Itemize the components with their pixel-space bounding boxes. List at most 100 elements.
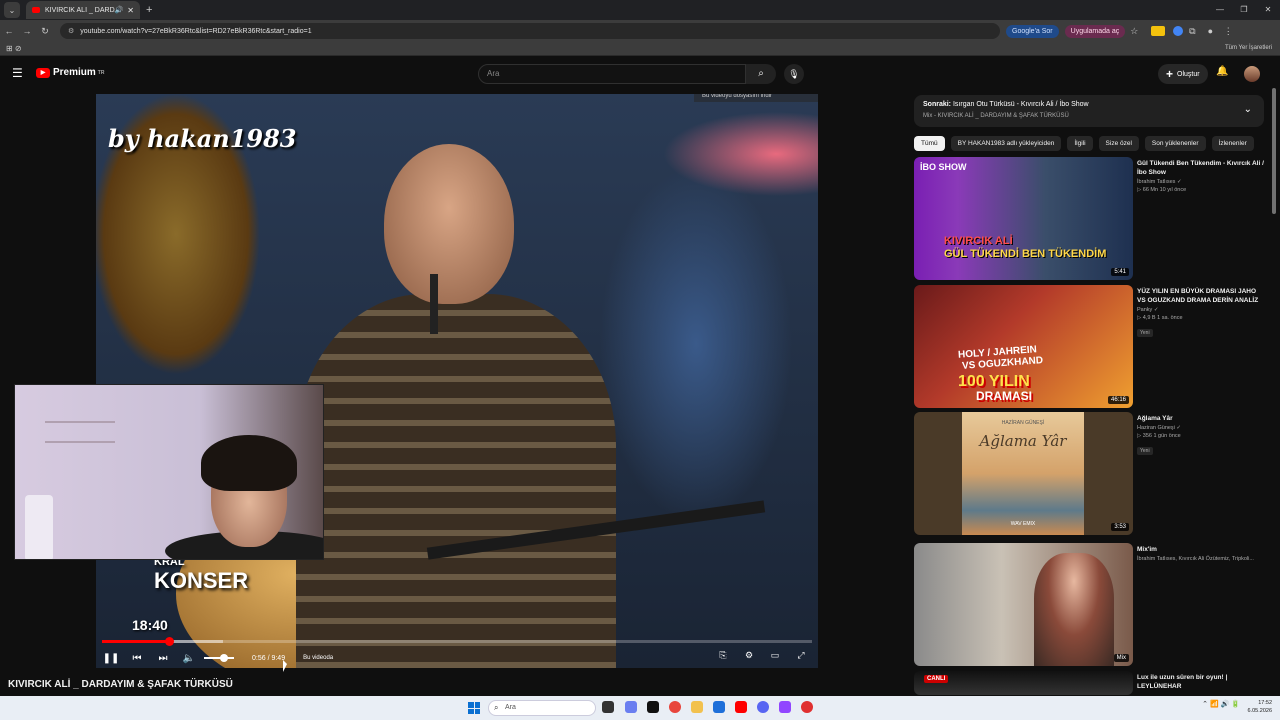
video-thumbnail[interactable]: CANLI bbox=[914, 671, 1133, 695]
chip-related[interactable]: İlgili bbox=[1067, 136, 1093, 151]
chip-watched[interactable]: İzlenenler bbox=[1211, 136, 1254, 151]
file-explorer-icon[interactable] bbox=[691, 701, 703, 713]
video-title[interactable]: YÜZ YILIN EN BÜYÜK DRAMASI JAHO VS OGUZK… bbox=[1137, 287, 1265, 305]
video-title[interactable]: Mix'im bbox=[1137, 545, 1265, 554]
taskbar-search[interactable]: ⌕ Ara bbox=[488, 700, 596, 716]
all-bookmarks-link[interactable]: Tüm Yer İşaretleri bbox=[1225, 45, 1272, 51]
outlook-icon[interactable] bbox=[713, 701, 725, 713]
recommendation-card[interactable]: CANLI Lux ile uzun süren bir oyun! | LEY… bbox=[914, 671, 1274, 695]
chapter-button[interactable]: Bu videoda bbox=[303, 655, 333, 661]
back-icon[interactable]: ← bbox=[0, 26, 18, 36]
open-in-app-pill[interactable]: Uygulamada aç bbox=[1064, 24, 1126, 38]
thumb-script-title: Ağlama Yâr bbox=[979, 432, 1067, 450]
extension-icon[interactable] bbox=[1173, 26, 1184, 36]
time-display: 0:56 / 9:49 bbox=[252, 654, 286, 662]
up-next-prefix: Sonraki: bbox=[923, 101, 952, 108]
pause-icon[interactable]: ❚❚ bbox=[100, 653, 122, 664]
video-meta: YÜZ YILIN EN BÜYÜK DRAMASI JAHO VS OGUZK… bbox=[1137, 287, 1265, 339]
video-meta: Gül Tükendi Ben Tükendim - Kıvırcık Ali … bbox=[1137, 159, 1265, 193]
video-title[interactable]: Ağlama Yâr bbox=[1137, 414, 1265, 423]
profile-icon[interactable]: ● bbox=[1201, 26, 1219, 36]
video-title[interactable]: Lux ile uzun süren bir oyun! | LEYLÜNEHA… bbox=[1137, 673, 1265, 691]
video-thumbnail[interactable]: İBO SHOW KIVIRCIK ALİ GÜL TÜKENDİ BEN TÜ… bbox=[914, 157, 1133, 280]
download-overlay[interactable]: Bu videoyu dosyasını indir bbox=[694, 94, 818, 102]
video-thumbnail[interactable]: HAZİRAN GÜNEŞİ Ağlama Yâr WAV EMIX 3:53 bbox=[914, 412, 1133, 535]
windows-start-icon[interactable] bbox=[468, 702, 480, 714]
system-tray[interactable]: ⌃ 📶 🔊 🔋 bbox=[1202, 700, 1240, 708]
extension-icon[interactable] bbox=[1151, 26, 1166, 36]
tab-search-button[interactable]: ⌄ bbox=[4, 2, 20, 18]
chip-all[interactable]: Tümü bbox=[914, 136, 945, 151]
reload-icon[interactable]: ↻ bbox=[36, 26, 54, 37]
playlist-panel[interactable]: Sonraki: Isırgan Otu Türküsü - Kıvırcık … bbox=[914, 95, 1264, 127]
app-icon[interactable] bbox=[779, 701, 791, 713]
extensions-puzzle-icon[interactable]: ⧉ bbox=[1183, 26, 1201, 37]
window-controls: — ❐ ✕ bbox=[1208, 0, 1280, 20]
site-info-icon[interactable]: ⚙ bbox=[68, 27, 74, 35]
app-icon[interactable] bbox=[801, 701, 813, 713]
volume-slider[interactable] bbox=[204, 654, 234, 662]
url-text: youtube.com/watch?v=27eBkR36Rtc&list=RD2… bbox=[80, 27, 312, 35]
close-window-icon[interactable]: ✕ bbox=[1256, 0, 1280, 20]
miniplayer-icon[interactable]: ▭ bbox=[764, 650, 786, 661]
channel-name[interactable]: Panky ✓ bbox=[1137, 307, 1265, 313]
avatar[interactable] bbox=[1244, 66, 1260, 82]
google-ask-pill[interactable]: Google'a Sor bbox=[1006, 24, 1059, 38]
progress-bar[interactable] bbox=[102, 637, 812, 646]
previous-icon[interactable]: ⏮ bbox=[126, 653, 148, 664]
forward-icon[interactable]: → bbox=[18, 26, 36, 36]
taskbar-clock[interactable]: 17:52 6.05.2026 bbox=[1248, 699, 1272, 715]
page-scrollbar[interactable] bbox=[1272, 88, 1276, 214]
video-thumbnail[interactable]: HOLY / JAHREIN VS OGUZKHAND 100 YILIN DR… bbox=[914, 285, 1133, 408]
settings-gear-icon[interactable]: ⚙ bbox=[738, 650, 760, 661]
next-icon[interactable]: ⏭ bbox=[152, 653, 174, 664]
browser-menu-icon[interactable]: ⋮ bbox=[1219, 26, 1237, 37]
chrome-icon[interactable] bbox=[669, 701, 681, 713]
channel-name[interactable]: İbrahim Tatlıses ✓ bbox=[1137, 179, 1265, 185]
video-player[interactable]: by hakan1983 KRAL KONSER 18:40 Bu videoy… bbox=[96, 94, 818, 668]
video-title[interactable]: Gül Tükendi Ben Tükendim - Kıvırcık Ali … bbox=[1137, 159, 1265, 177]
video-clock-overlay: 18:40 bbox=[132, 617, 168, 633]
fullscreen-icon[interactable]: ⤢ bbox=[790, 650, 812, 661]
voice-search-button[interactable]: 🎙 bbox=[784, 64, 804, 84]
duration-badge: 3:53 bbox=[1111, 523, 1129, 531]
terminal-icon[interactable] bbox=[647, 701, 659, 713]
widgets-icon[interactable] bbox=[625, 701, 637, 713]
search-input[interactable]: Ara bbox=[478, 64, 746, 84]
youtube-app-icon[interactable] bbox=[735, 701, 747, 713]
recommendation-card[interactable]: Mix Mix'im İbrahim Tatlıses, Kıvırcık Al… bbox=[914, 543, 1274, 667]
chip-for-you[interactable]: Size özel bbox=[1098, 136, 1139, 151]
browser-tab[interactable]: KIVIRCIK ALİ _ DARDAYIM & 🔊 ✕ bbox=[26, 1, 140, 19]
task-view-icon[interactable] bbox=[602, 701, 614, 713]
country-code: TR bbox=[97, 69, 105, 76]
recommendation-card[interactable]: HAZİRAN GÜNEŞİ Ağlama Yâr WAV EMIX 3:53 … bbox=[914, 412, 1274, 536]
youtube-logo[interactable]: ▶ Premium TR bbox=[36, 67, 104, 78]
create-button[interactable]: + Oluştur bbox=[1158, 64, 1208, 84]
audio-icon[interactable]: 🔊 bbox=[115, 6, 124, 14]
volume-icon[interactable]: 🔈 bbox=[178, 653, 200, 664]
channel-name[interactable]: İbrahim Tatlıses, Kıvırcık Ali Özütemiz,… bbox=[1137, 556, 1265, 562]
menu-icon[interactable]: ☰ bbox=[12, 66, 23, 80]
minimize-icon[interactable]: — bbox=[1208, 0, 1232, 20]
search-button[interactable]: ⌕ bbox=[746, 64, 776, 84]
close-tab-icon[interactable]: ✕ bbox=[127, 6, 134, 15]
duration-badge: 5:41 bbox=[1111, 268, 1129, 276]
url-field[interactable]: ⚙ youtube.com/watch?v=27eBkR36Rtc&list=R… bbox=[60, 23, 1000, 39]
notifications-bell-icon[interactable]: 🔔 bbox=[1216, 66, 1228, 77]
chip-uploader[interactable]: BY HAKAN1983 adlı yükleyiciden bbox=[950, 136, 1062, 151]
channel-name[interactable]: Haziran Güneşi ✓ bbox=[1137, 425, 1265, 431]
chevron-down-icon[interactable]: ⌄ bbox=[1244, 104, 1252, 115]
chip-recent[interactable]: Son yüklenenler bbox=[1144, 136, 1206, 151]
maximize-icon[interactable]: ❐ bbox=[1232, 0, 1256, 20]
video-stats: ▷ 4,9 B 1 sa. önce bbox=[1137, 315, 1183, 321]
recommendation-card[interactable]: İBO SHOW KIVIRCIK ALİ GÜL TÜKENDİ BEN TÜ… bbox=[914, 157, 1274, 281]
thumb-label: WAV EMIX bbox=[1010, 521, 1036, 527]
video-thumbnail[interactable]: Mix bbox=[914, 543, 1133, 666]
new-tab-button[interactable]: + bbox=[146, 4, 152, 16]
discord-icon[interactable] bbox=[757, 701, 769, 713]
apps-grid-icon[interactable]: ⊞ ⊘ bbox=[6, 44, 22, 53]
subtitles-icon[interactable]: ⎘ bbox=[712, 650, 734, 661]
thumb-text: KIVIRCIK ALİ bbox=[944, 235, 1013, 247]
recommendation-card[interactable]: HOLY / JAHREIN VS OGUZKHAND 100 YILIN DR… bbox=[914, 285, 1274, 409]
bookmark-star-icon[interactable]: ☆ bbox=[1125, 26, 1143, 37]
